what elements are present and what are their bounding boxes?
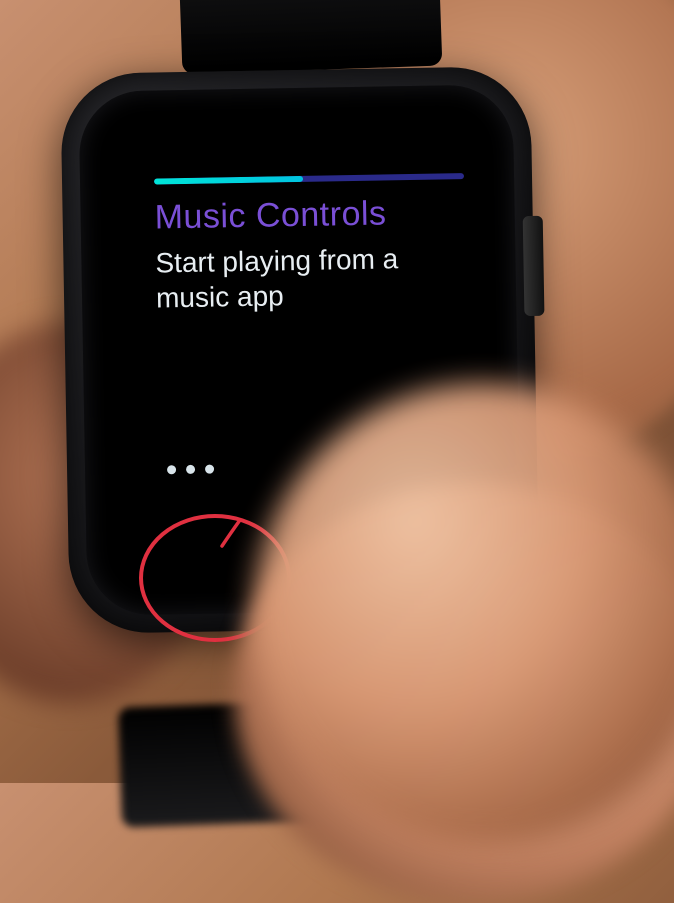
screen-title: Music Controls xyxy=(154,193,465,237)
progress-bar xyxy=(154,173,464,184)
watch-strap xyxy=(178,0,443,74)
dot-icon xyxy=(167,465,176,474)
page-indicator[interactable] xyxy=(167,465,214,475)
subtitle-line: music app xyxy=(156,280,284,313)
subtitle-line: Start playing from a xyxy=(155,243,398,278)
dot-icon xyxy=(205,465,214,474)
progress-fill xyxy=(154,176,303,185)
watch-side-button[interactable] xyxy=(523,216,545,316)
screen-subtitle: Start playing from a music app xyxy=(155,240,466,315)
dot-icon xyxy=(186,465,195,474)
